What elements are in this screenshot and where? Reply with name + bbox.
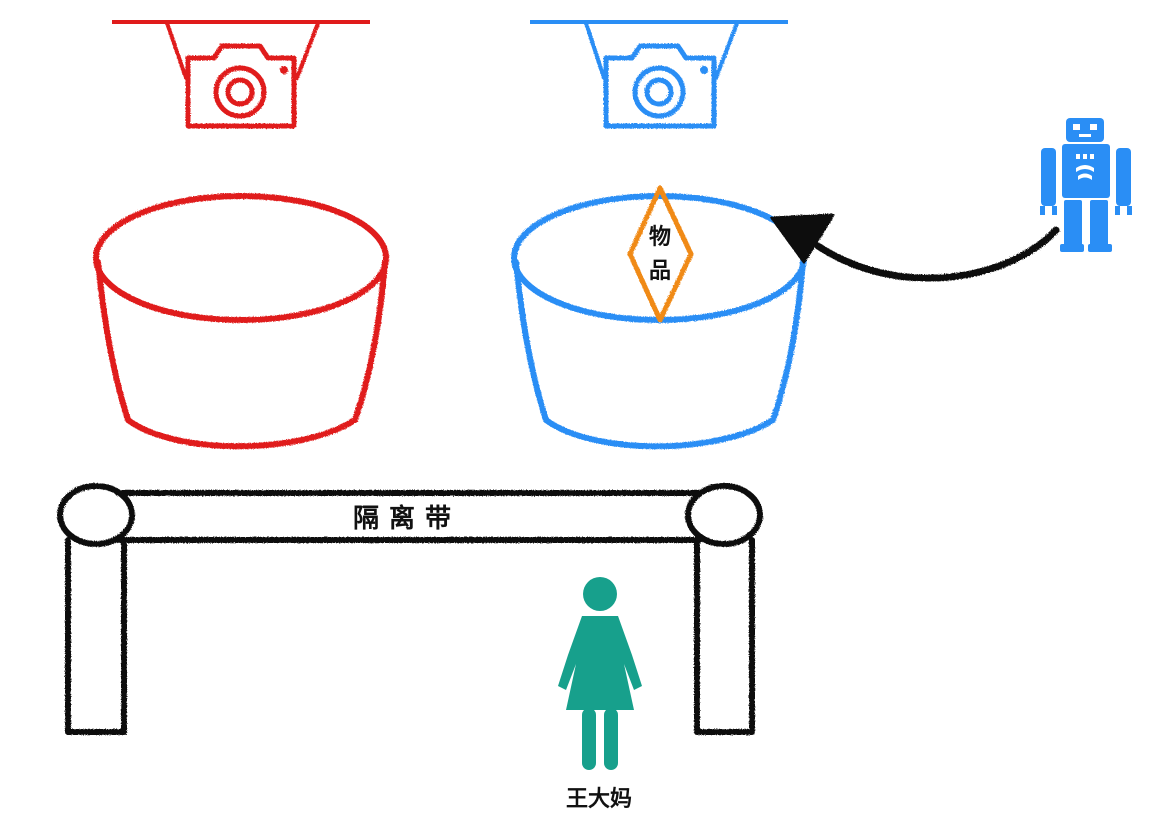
item-marker: 物 品 — [627, 185, 694, 323]
left-basket — [93, 193, 389, 450]
left-camera-group — [112, 20, 370, 129]
drop-arrow — [770, 213, 1060, 282]
person-label: 王大妈 — [566, 787, 632, 812]
item-label-2: 品 — [649, 259, 671, 284]
right-camera-group — [530, 20, 788, 129]
camera-icon — [603, 43, 717, 129]
woman-icon — [558, 577, 642, 770]
camera-icon — [185, 43, 297, 129]
barrier-label: 隔离带 — [353, 503, 461, 534]
item-label-1: 物 — [649, 224, 671, 250]
diagram-canvas: 物 品 隔离带 王大妈 — [57, 20, 1132, 812]
